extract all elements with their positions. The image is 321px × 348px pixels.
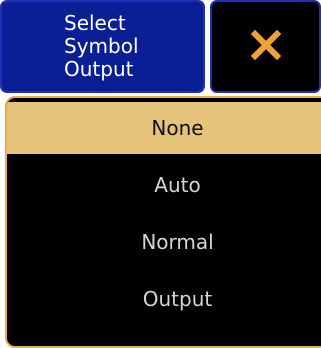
dialog-title-text: Select Symbol Output bbox=[64, 11, 139, 81]
close-icon bbox=[250, 29, 281, 64]
option-normal[interactable]: Normal bbox=[7, 216, 321, 268]
close-button[interactable] bbox=[210, 0, 321, 93]
option-auto[interactable]: Auto bbox=[7, 159, 321, 211]
option-none[interactable]: None bbox=[7, 102, 321, 154]
option-label: Output bbox=[142, 287, 213, 311]
option-label: Normal bbox=[141, 230, 214, 254]
option-output[interactable]: Output bbox=[7, 273, 321, 325]
dialog-title: Select Symbol Output bbox=[0, 0, 205, 93]
option-label: None bbox=[151, 116, 204, 140]
option-label: Auto bbox=[154, 173, 201, 197]
options-panel: None Auto Normal Output bbox=[5, 96, 321, 348]
